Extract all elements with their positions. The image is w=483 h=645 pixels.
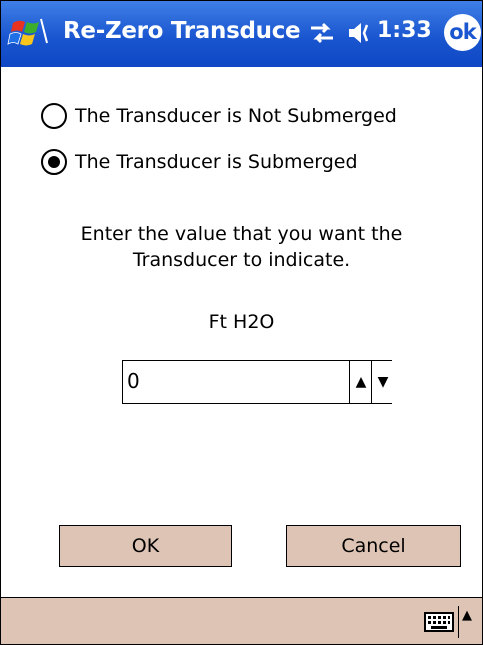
connectivity-icon[interactable] (307, 19, 337, 47)
spinner-down-button[interactable]: ▼ (371, 361, 394, 403)
radio-selected-dot (48, 156, 60, 168)
window-title: Re-Zero Transduce (63, 18, 301, 44)
sip-divider (458, 606, 459, 638)
windows-start-icon[interactable] (7, 13, 51, 53)
radio-not-submerged[interactable]: The Transducer is Not Submerged (41, 99, 397, 133)
app-window: Re-Zero Transduce 1:33 ok The Transducer… (0, 0, 483, 645)
sip-menu-arrow[interactable]: ▲ (462, 608, 472, 623)
menu-bar: ▲ (1, 597, 482, 644)
title-bar: Re-Zero Transduce 1:33 ok (1, 1, 482, 67)
radio-submerged-label[interactable]: The Transducer is Submerged (75, 151, 358, 173)
ok-button[interactable]: OK (59, 525, 232, 567)
cancel-button[interactable]: Cancel (286, 525, 461, 567)
radio-not-submerged-circle[interactable] (41, 103, 67, 129)
instruction-line-2: Transducer to indicate. (132, 249, 351, 271)
radio-submerged-circle[interactable] (41, 149, 67, 175)
instruction-line-1: Enter the value that you want the (80, 223, 403, 245)
value-input[interactable]: 0 (127, 369, 140, 393)
keyboard-icon[interactable] (424, 612, 454, 632)
unit-label: Ft H2O (208, 311, 275, 333)
radio-submerged[interactable]: The Transducer is Submerged (41, 145, 358, 179)
spinner-up-button[interactable]: ▲ (349, 361, 372, 403)
value-spinner[interactable]: 0 ▲ ▼ (122, 360, 394, 404)
radio-not-submerged-label[interactable]: The Transducer is Not Submerged (75, 105, 397, 127)
speaker-icon[interactable] (345, 19, 375, 47)
title-ok-button[interactable]: ok (444, 14, 481, 51)
clock[interactable]: 1:33 (377, 18, 432, 43)
instruction-text: Enter the value that you want the Transd… (1, 221, 482, 273)
